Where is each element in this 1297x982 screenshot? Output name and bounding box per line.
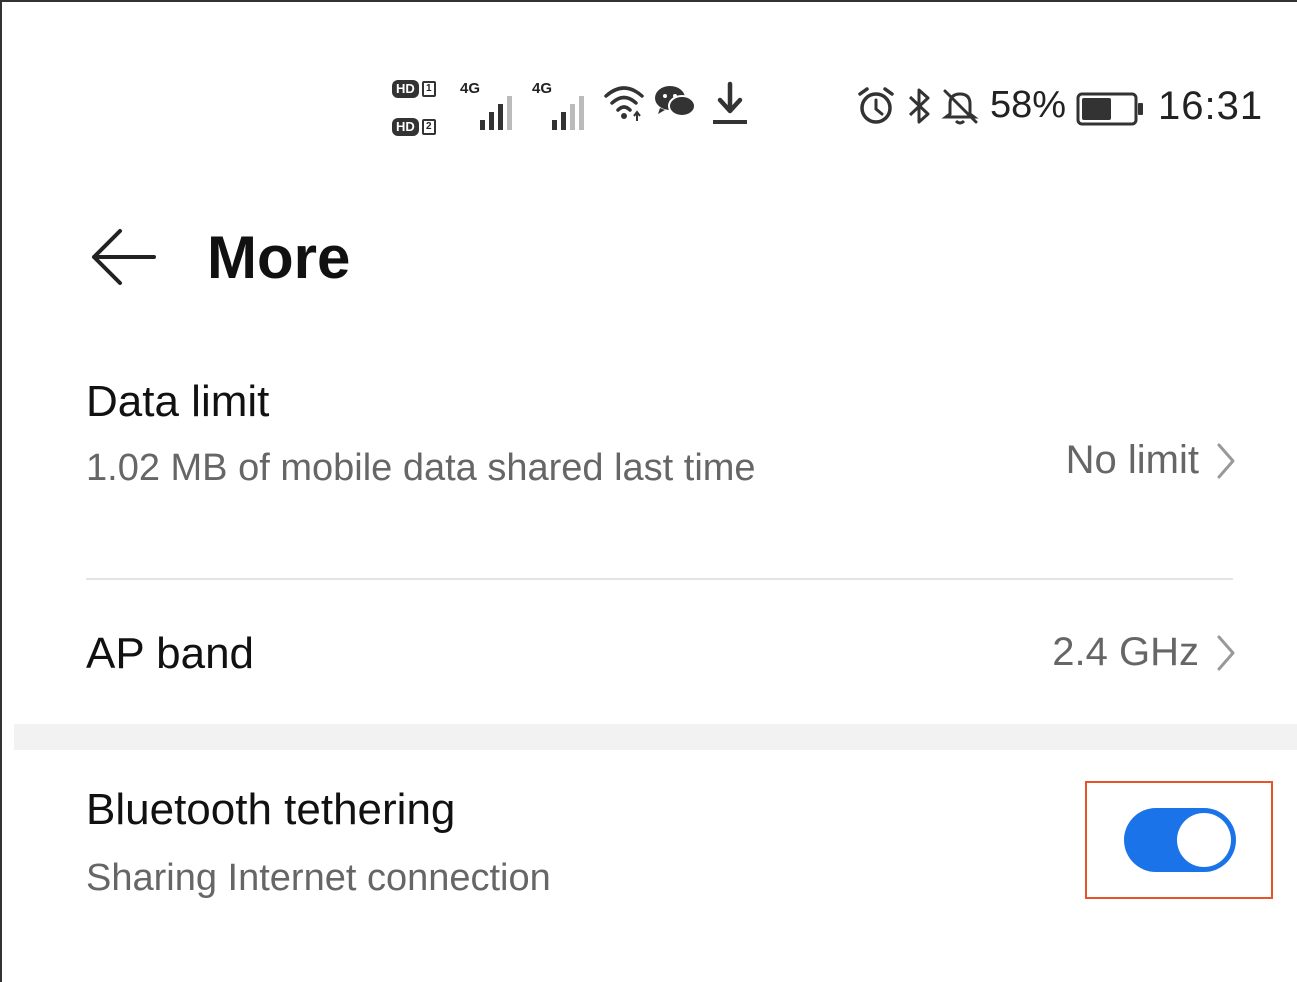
arrow-left-icon	[92, 229, 156, 285]
page-title: More	[207, 223, 351, 291]
data-limit-value: No limit	[1065, 438, 1199, 482]
battery-icon	[1076, 92, 1143, 126]
toggle-knob	[1177, 813, 1231, 867]
wifi-icon	[604, 86, 644, 121]
status-bar: HD 1 HD 2 4G 4G 58% 16:31	[392, 72, 1262, 152]
sim-2-label: 2	[421, 119, 436, 135]
battery-percent: 58%	[990, 84, 1067, 126]
divider	[86, 578, 1233, 580]
data-limit-subtitle: 1.02 MB of mobile data shared last time	[86, 447, 756, 489]
signal-2-label: 4G	[532, 80, 553, 97]
bluetooth-tethering-row: Bluetooth tethering Sharing Internet con…	[86, 780, 1237, 910]
sim-1-label: 1	[421, 81, 436, 97]
wechat-icon	[655, 86, 696, 117]
bluetooth-tethering-title: Bluetooth tethering	[86, 785, 456, 834]
screen: HD 1 HD 2 4G 4G 58% 16:31 More Data limi…	[0, 0, 1297, 982]
hd-icon: HD 1 HD 2	[392, 76, 452, 140]
signal-1-label: 4G	[460, 80, 481, 97]
section-separator	[14, 724, 1297, 750]
bluetooth-tethering-subtitle: Sharing Internet connection	[86, 857, 551, 899]
data-limit-title: Data limit	[86, 377, 270, 426]
app-header: More	[87, 212, 350, 302]
bluetooth-icon	[908, 88, 930, 124]
chevron-right-icon	[1217, 443, 1235, 478]
data-limit-value-group: No limit	[1066, 438, 1237, 483]
signal-4g-icon: 4G	[460, 80, 524, 130]
hd-badge-2: HD	[392, 118, 419, 136]
ap-band-row[interactable]: AP band 2.4 GHz	[86, 622, 1237, 702]
signal-4g-icon: 4G	[532, 80, 596, 130]
back-button[interactable]	[87, 221, 159, 293]
ap-band-value-group: 2.4 GHz	[1052, 630, 1237, 675]
clock: 16:31	[1158, 84, 1264, 128]
download-icon	[713, 81, 747, 124]
ap-band-value: 2.4 GHz	[1052, 630, 1199, 674]
alarm-icon	[858, 87, 894, 124]
bell-muted-icon	[941, 89, 979, 125]
hd-badge-1: HD	[392, 80, 419, 98]
chevron-right-icon	[1217, 635, 1235, 670]
data-limit-row[interactable]: Data limit 1.02 MB of mobile data shared…	[86, 374, 1237, 574]
bluetooth-tethering-toggle[interactable]	[1124, 808, 1236, 872]
